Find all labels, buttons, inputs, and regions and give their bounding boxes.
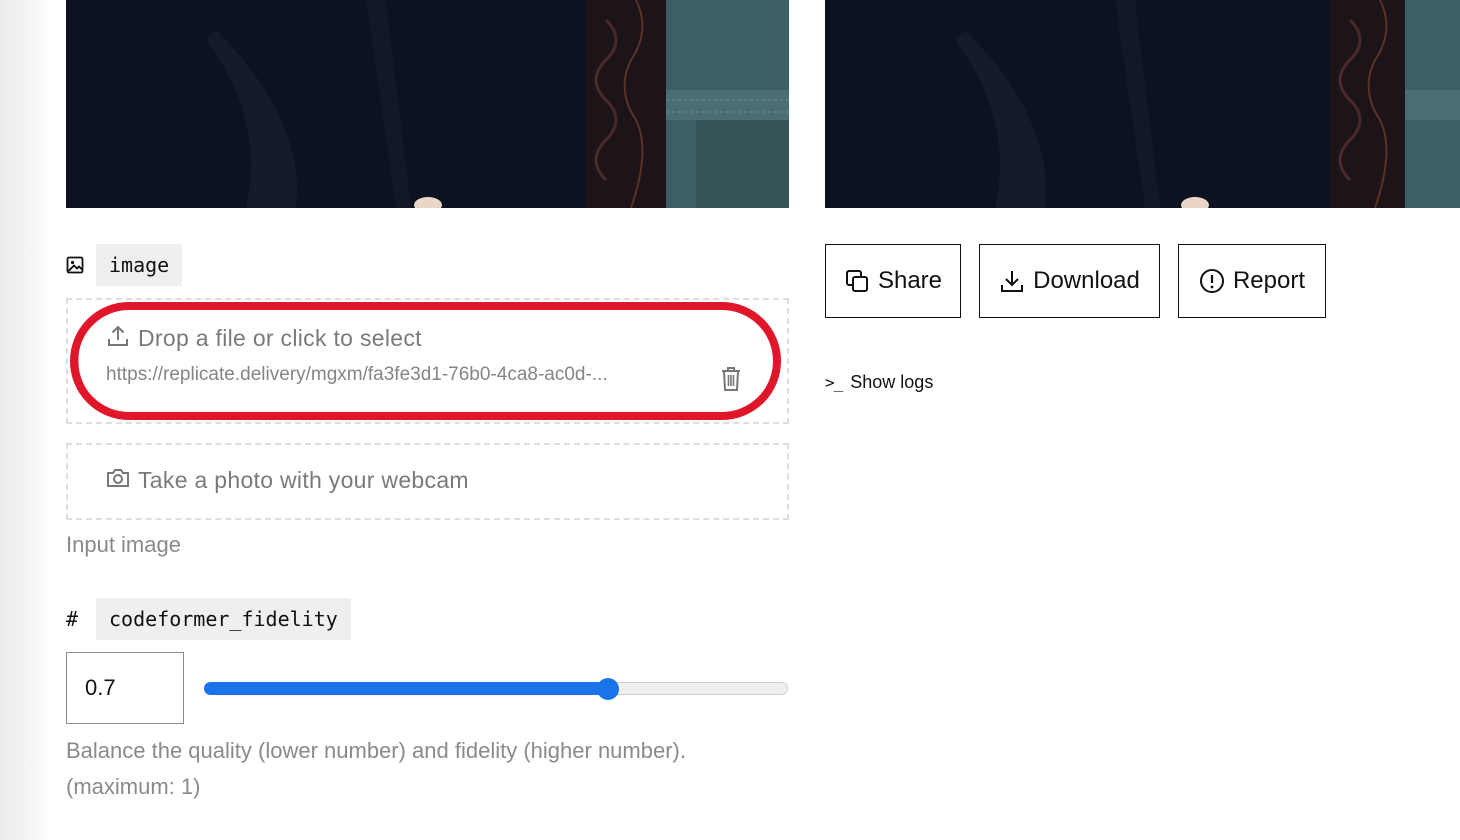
download-icon bbox=[999, 268, 1025, 294]
fidelity-help-line2: (maximum: 1) bbox=[66, 774, 201, 799]
share-label: Share bbox=[877, 267, 943, 294]
share-button[interactable]: Share bbox=[825, 244, 961, 318]
input-photo bbox=[66, 0, 789, 208]
fidelity-field-name: codeformer_fidelity bbox=[96, 598, 351, 640]
number-hash-icon: # bbox=[66, 607, 79, 631]
terminal-prompt-icon: >_ bbox=[825, 373, 843, 392]
webcam-label: Take a photo with your webcam bbox=[138, 467, 469, 493]
fidelity-field-label: # codeformer_fidelity bbox=[66, 598, 351, 640]
selected-file-row: https://replicate.delivery/mgxm/fa3fe3d1… bbox=[106, 364, 704, 386]
remove-file-trash-icon[interactable] bbox=[720, 366, 742, 392]
fidelity-help-line1: Balance the quality (lower number) and f… bbox=[66, 738, 686, 763]
image-icon bbox=[66, 256, 96, 274]
copy-icon bbox=[844, 268, 870, 294]
left-gutter bbox=[0, 0, 52, 840]
alert-circle-icon bbox=[1199, 268, 1225, 294]
image-field-name: image bbox=[96, 244, 183, 286]
show-logs-label: Show logs bbox=[850, 372, 934, 392]
fidelity-help-text: Balance the quality (lower number) and f… bbox=[66, 733, 686, 805]
download-button[interactable]: Download bbox=[979, 244, 1160, 318]
report-label: Report bbox=[1232, 267, 1306, 294]
webcam-capture-button[interactable]: Take a photo with your webcam bbox=[66, 443, 789, 520]
slider-thumb[interactable] bbox=[597, 678, 620, 700]
show-logs-toggle[interactable]: >_ Show logs bbox=[825, 372, 933, 393]
dropzone-title: Drop a file or click to select bbox=[138, 325, 422, 351]
dropzone-title-row: Drop a file or click to select bbox=[106, 324, 422, 353]
page: image Drop a file or click to select htt… bbox=[0, 0, 1460, 840]
slider-fill bbox=[204, 682, 609, 695]
file-dropzone[interactable]: Drop a file or click to select https://r… bbox=[66, 298, 789, 424]
image-help-text: Input image bbox=[66, 532, 181, 557]
image-field-label: image bbox=[66, 244, 183, 286]
webcam-row: Take a photo with your webcam bbox=[106, 467, 469, 494]
download-label: Download bbox=[1033, 267, 1140, 294]
report-button[interactable]: Report bbox=[1178, 244, 1326, 318]
fidelity-number-input[interactable] bbox=[66, 652, 184, 724]
input-image-preview bbox=[66, 0, 789, 208]
selected-file-url: https://replicate.delivery/mgxm/fa3fe3d1… bbox=[106, 364, 608, 385]
upload-icon bbox=[106, 324, 130, 353]
output-photo bbox=[825, 0, 1460, 208]
fidelity-slider[interactable] bbox=[204, 678, 788, 700]
camera-icon bbox=[106, 467, 130, 494]
output-image-preview bbox=[825, 0, 1460, 208]
